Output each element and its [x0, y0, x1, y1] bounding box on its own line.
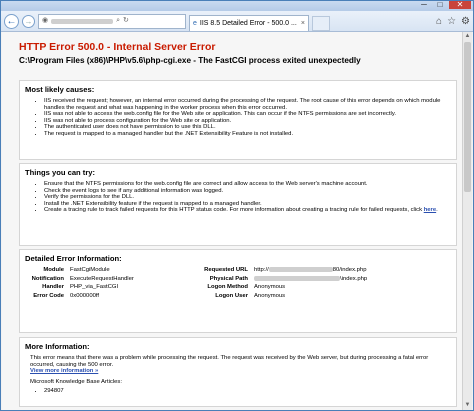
vertical-scrollbar[interactable]: ▲ ▼ [462, 32, 472, 410]
scroll-down-icon[interactable]: ▼ [463, 401, 472, 410]
title-bar: ─ □ ✕ [1, 1, 473, 11]
tracing-rule-period: . [436, 207, 438, 214]
requested-url-prefix: http:// [254, 267, 269, 274]
close-window-button[interactable]: ✕ [449, 1, 471, 9]
browser-tools: ⌂ ☆ ⚙ [436, 16, 470, 27]
back-button[interactable]: ← [4, 13, 19, 29]
list-item: The request is mapped to a managed handl… [44, 131, 446, 138]
detail-grid: Module FastCgiModule Requested URL http:… [26, 267, 446, 300]
window-controls: ─ □ ✕ [417, 1, 471, 9]
page-content: HTTP Error 500.0 - Internal Server Error… [2, 32, 464, 410]
browser-window: ─ □ ✕ ← → ◉ ⌕ ↻ e IIS 8.5 Detailed Error… [0, 0, 474, 411]
detail-heading: Detailed Error Information: [25, 254, 122, 263]
list-item: Create a tracing rule to track failed re… [44, 207, 446, 214]
more-heading: More Information: [25, 342, 90, 351]
causes-list: IIS received the request; however, an in… [30, 98, 446, 138]
list-item: Ensure that the NTFS permissions for the… [44, 181, 446, 188]
requested-url-redacted [268, 267, 333, 272]
notification-value: ExecuteRequestHandler [70, 275, 134, 282]
list-item: IIS was not able to process configuratio… [44, 118, 446, 125]
forward-button[interactable]: → [22, 14, 35, 28]
list-item: Install the .NET Extensibility feature i… [44, 201, 446, 208]
search-icon[interactable]: ⌕ [116, 15, 120, 28]
physical-path-value: \index.php [254, 275, 384, 284]
module-label: Module [43, 267, 64, 273]
maximize-button[interactable]: □ [433, 1, 447, 9]
list-item: Check the event logs to see if any addit… [44, 188, 446, 195]
page-icon: ◉ [42, 17, 49, 24]
physical-path-label: Physical Path [209, 275, 248, 282]
view-more-link[interactable]: View more information » [30, 368, 98, 374]
address-bar[interactable]: ◉ ⌕ ↻ [38, 13, 186, 29]
refresh-icon[interactable]: ↻ [123, 15, 129, 28]
browser-toolbar: ← → ◉ ⌕ ↻ e IIS 8.5 Detailed Error - 500… [1, 11, 473, 32]
logon-method-value: Anonymous [254, 284, 286, 291]
error-code-label: Error Code [33, 292, 64, 299]
module-value: FastCgiModule [70, 267, 110, 273]
page-title: HTTP Error 500.0 - Internal Server Error [19, 41, 216, 53]
handler-label: Handler [42, 284, 64, 291]
list-item: Verify the permissions for the DLL. [44, 194, 446, 201]
favorites-star-icon[interactable]: ☆ [447, 16, 456, 27]
tab-close-icon[interactable]: × [301, 16, 305, 31]
causes-section: Most likely causes: IIS received the req… [19, 80, 457, 160]
requested-url-value: http:// 80/index.php [254, 267, 384, 275]
detail-section: Detailed Error Information: Module FastC… [19, 249, 457, 333]
more-info-section: More Information: This error means that … [19, 337, 457, 407]
more-text: This error means that there was a proble… [30, 355, 429, 368]
try-heading: Things you can try: [25, 168, 96, 177]
requested-url-suffix: 80/index.php [332, 267, 367, 274]
logon-user-value: Anonymous [254, 292, 286, 299]
here-link[interactable]: here [424, 207, 436, 213]
address-url-redacted [51, 18, 114, 24]
error-code-value: 0x000000ff [70, 292, 100, 299]
logon-user-label: Logon User [215, 292, 248, 299]
page-subtitle: C:\Program Files (x86)\PHP\v5.6\php-cgi.… [19, 56, 361, 65]
try-list: Ensure that the NTFS permissions for the… [30, 181, 446, 214]
list-item: The authenticated user does not have per… [44, 124, 446, 131]
notification-label: Notification [31, 275, 64, 282]
handler-value: PHP_via_FastCGI [70, 284, 119, 291]
list-item: 294807 [44, 388, 446, 395]
causes-heading: Most likely causes: [25, 85, 95, 94]
tab-title: IIS 8.5 Detailed Error - 500.0 ... [199, 19, 297, 27]
scrollbar-thumb[interactable] [464, 42, 471, 192]
tracing-rule-text: Create a tracing rule to track failed re… [44, 207, 423, 214]
requested-url-label: Requested URL [204, 267, 248, 273]
minimize-button[interactable]: ─ [417, 1, 431, 9]
list-item: IIS received the request; however, an in… [44, 98, 446, 111]
logon-method-label: Logon Method [207, 284, 248, 291]
home-icon[interactable]: ⌂ [436, 16, 442, 27]
new-tab-button[interactable] [312, 15, 330, 31]
tab-error-page[interactable]: e IIS 8.5 Detailed Error - 500.0 ... × [189, 15, 309, 31]
scroll-up-icon[interactable]: ▲ [463, 32, 472, 41]
kb-label: Microsoft Knowledge Base Articles: [30, 378, 123, 385]
physical-path-suffix: \index.php [340, 275, 368, 282]
tab-favicon-icon: e [193, 19, 197, 27]
try-section: Things you can try: Ensure that the NTFS… [19, 163, 457, 246]
kb-list: 294807 [30, 388, 446, 395]
gear-icon[interactable]: ⚙ [461, 16, 470, 27]
physical-path-redacted [254, 275, 340, 281]
list-item: IIS was not able to access the web.confi… [44, 111, 446, 118]
